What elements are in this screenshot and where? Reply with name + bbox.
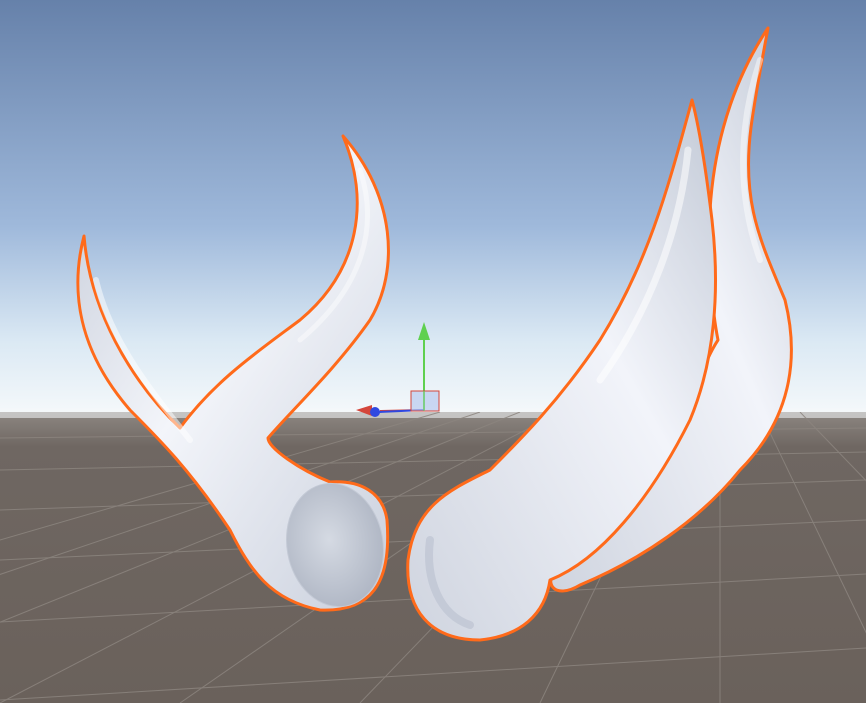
gizmo-center-handle[interactable]: [410, 390, 440, 412]
scene-canvas[interactable]: [0, 0, 866, 703]
scene-viewport[interactable]: [0, 0, 866, 703]
gizmo-z-handle-icon[interactable]: [370, 407, 380, 417]
